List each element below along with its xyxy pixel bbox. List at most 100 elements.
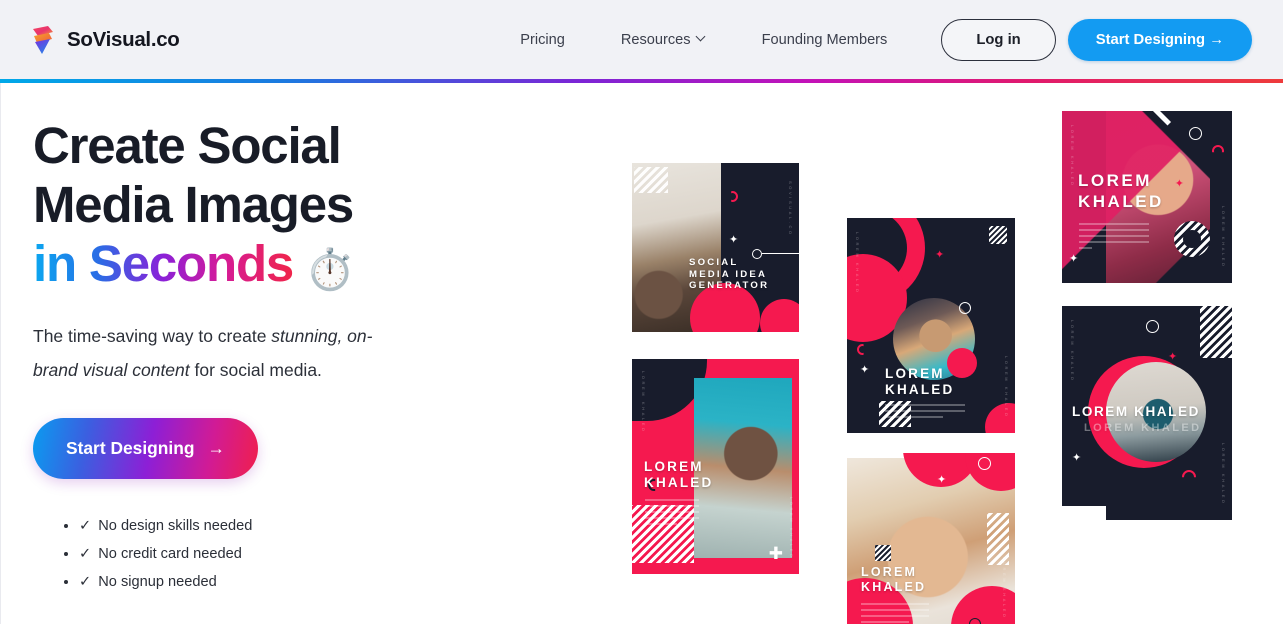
card-title-line: LOREM <box>885 366 945 381</box>
pink-circle-decoration <box>985 403 1015 433</box>
card-body-lines <box>645 499 699 529</box>
site-header: SoVisual.co Pricing Resources Founding M… <box>0 0 1283 79</box>
chevron-down-icon <box>697 33 706 42</box>
pink-arc-decoration <box>857 344 864 355</box>
feature-bullet-list: ✓ No design skills needed ✓ No credit card… <box>33 512 601 596</box>
card-title: LOREM KHALED <box>1072 404 1200 419</box>
card-title: LOREM KHALED <box>861 565 926 596</box>
check-icon: ✓ <box>79 546 92 562</box>
stripe-decoration <box>634 167 668 193</box>
ring-decoration <box>978 457 991 470</box>
card-side-label: LOREM KHALED <box>1221 443 1226 506</box>
sovisual-logo-icon <box>30 25 56 55</box>
list-item-label: No credit card needed <box>98 546 242 562</box>
template-card-social-media-idea-generator[interactable]: ✦ SOVISUAL.CO SOCIAL MEDIA IDEA GENERATO… <box>632 163 799 332</box>
stripe-decoration <box>875 545 891 561</box>
card-title-line: GENERATOR <box>689 280 770 292</box>
start-designing-hero-button[interactable]: Start Designing → <box>33 418 258 479</box>
card-side-label: LOREM KHALED <box>1070 320 1075 383</box>
plus-icon: ✦ <box>935 249 945 261</box>
card-side-label: LOREM KHALED <box>855 232 860 295</box>
card-title: LOREM KHALED <box>885 366 954 399</box>
plus-icon: ✦ <box>1072 452 1082 464</box>
arrow-right-icon: → <box>207 438 225 458</box>
line-decoration <box>762 253 799 254</box>
page-title: Create Social Media Images in Seconds ⏱️ <box>33 116 601 300</box>
card-title-line: LOREM <box>644 459 704 474</box>
nav-item-resources-label: Resources <box>620 31 691 48</box>
nav-item-founding-members[interactable]: Founding Members <box>734 32 916 48</box>
pink-arc-decoration <box>1182 470 1196 478</box>
card-title-line: SOCIAL <box>689 256 739 268</box>
card-side-label: SOVISUAL.CO <box>788 181 793 237</box>
ring-decoration <box>969 618 981 624</box>
start-designing-header-button[interactable]: Start Designing → <box>1067 18 1252 61</box>
card-side-label: LOREM KHALED <box>1221 206 1226 269</box>
stripe-decoration <box>1200 306 1232 358</box>
login-button[interactable]: Log in <box>941 18 1056 61</box>
stopwatch-icon: ⏱️ <box>305 248 355 292</box>
card-title: LOREM KHALED <box>1078 171 1164 212</box>
card-title: SOCIAL MEDIA IDEA GENERATOR <box>689 257 769 292</box>
pink-arc-decoration <box>731 191 738 202</box>
card-subtitle: LOREM KHALED <box>1084 422 1202 434</box>
card-title-line: MEDIA IDEA <box>689 268 768 280</box>
plus-icon: ✦ <box>860 364 870 376</box>
card-title: LOREM KHALED <box>644 459 713 492</box>
list-item: ✓ No design skills needed <box>79 512 601 540</box>
start-designing-hero-label: Start Designing <box>66 438 195 458</box>
plus-icon: ✦ <box>1174 178 1184 190</box>
card-side-label: LOREM KHALED <box>641 371 646 434</box>
list-item: ✓ No credit card needed <box>79 540 601 568</box>
nav-item-founding-members-label: Founding Members <box>761 31 888 48</box>
card-body-lines <box>861 603 929 624</box>
brand-name: SoVisual.co <box>67 27 180 51</box>
template-card-lorem-khaled-pink[interactable]: ✚ LOREM KHALED LOREM KHALED LOREM KHALED <box>632 359 799 574</box>
template-card-lorem-khaled-laughing[interactable]: ✦ LOREM KHALED LOREM KHALED <box>847 453 1015 624</box>
template-gallery: ✦ SOVISUAL.CO SOCIAL MEDIA IDEA GENERATO… <box>601 83 1283 624</box>
check-icon: ✓ <box>79 518 92 534</box>
list-item-label: No design skills needed <box>98 518 253 534</box>
headline-line-2: Media Images <box>33 176 354 233</box>
plus-icon: ✦ <box>1069 253 1079 265</box>
white-notch-decoration <box>1062 506 1106 520</box>
card-body-lines <box>1079 223 1149 253</box>
card-title-line: KHALED <box>1078 191 1164 211</box>
ring-hole-decoration <box>1183 230 1201 248</box>
headline-line-1: Create Social <box>33 117 342 174</box>
hero-section: Create Social Media Images in Seconds ⏱️ … <box>1 83 601 624</box>
list-item: ✓ No signup needed <box>79 568 601 596</box>
card-title-line: LOREM <box>861 565 918 579</box>
plus-icon: ✚ <box>768 544 783 563</box>
pink-circle-decoration <box>760 299 799 332</box>
ring-decoration <box>1189 127 1202 140</box>
nav-item-pricing[interactable]: Pricing <box>492 32 593 48</box>
template-card-lorem-khaled-dark-circles[interactable]: ✦ ✦ LOREM KHALED LOREM KHALED LOREM KHAL… <box>847 218 1015 433</box>
subtitle-part-2: for social media. <box>189 360 322 380</box>
nav-item-resources[interactable]: Resources <box>593 32 734 48</box>
list-item-label: No signup needed <box>98 574 217 590</box>
card-title-line: KHALED <box>885 382 955 398</box>
subtitle-part-1: The time-saving way to create <box>33 326 272 346</box>
card-title-line: LOREM <box>1078 171 1152 190</box>
plus-icon: ✦ <box>729 234 739 246</box>
card-body-lines <box>885 404 965 422</box>
ring-decoration <box>959 302 971 314</box>
template-card-lorem-khaled-diagonal[interactable]: ✦ ✦ LOREM KHALED LOREM KHALED LOREM KHAL… <box>1062 111 1232 283</box>
ring-decoration <box>1146 320 1159 333</box>
check-icon: ✓ <box>79 574 92 590</box>
card-side-label: LOREM KHALED <box>1002 557 1007 620</box>
template-card-lorem-khaled-arc[interactable]: ✦ ✦ LOREM KHALED LOREM KHALED LOREM KHAL… <box>1062 306 1232 520</box>
hero-subtitle: The time-saving way to create stunning, … <box>33 319 411 387</box>
headline-line-3: in Seconds <box>33 235 294 292</box>
card-side-label: LOREM KHALED <box>789 497 794 560</box>
nav-item-pricing-label: Pricing <box>520 31 565 48</box>
card-title-line: KHALED <box>861 580 927 595</box>
plus-icon: ✦ <box>937 474 947 486</box>
main-navigation: Pricing Resources Founding Members Log i… <box>492 18 1252 61</box>
card-title-line: KHALED <box>644 475 714 491</box>
plus-icon: ✦ <box>1168 351 1178 363</box>
card-side-label: LOREM KHALED <box>1070 125 1075 188</box>
card-side-label: LOREM KHALED <box>1004 356 1009 419</box>
brand-logo[interactable]: SoVisual.co <box>30 25 180 55</box>
